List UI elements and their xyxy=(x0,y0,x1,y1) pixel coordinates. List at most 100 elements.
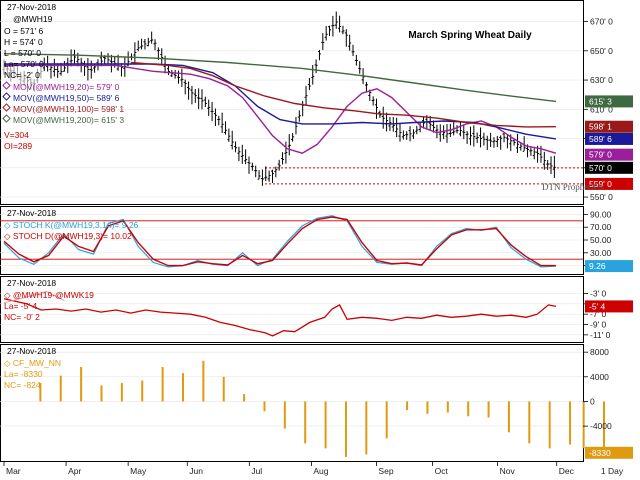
ma-legend-label: MOV(@MWH19,20)= 579' 0 xyxy=(13,82,120,92)
price-tag-3-label: 579' 0 xyxy=(589,150,612,160)
spread-legend-label: NC= -0' 2 xyxy=(4,312,40,322)
ma-legend-label: MOV(@MWH19,50)= 589' 6 xyxy=(13,93,120,103)
price-tag-1-label: 598' 1 xyxy=(589,122,612,132)
y-tick-label-stoch: 30.00 xyxy=(590,248,612,258)
cot-bar xyxy=(569,401,572,445)
price-date-header: 27-Nov-2018 xyxy=(7,2,56,12)
y-tick-label-cot: -4000 xyxy=(590,421,612,431)
spread-tag-label: -5' 4 xyxy=(589,301,606,311)
y-tick-label-cot: 0 xyxy=(590,396,595,406)
volume-label: OI=289 xyxy=(4,141,32,151)
stoch-date-header: 27-Nov-2018 xyxy=(7,208,56,218)
spread-legend-label: ◇ @MWH19-@MWK19 xyxy=(4,290,94,300)
ma-legend-marker xyxy=(2,81,11,90)
y-tick-label-spread: -9' 0 xyxy=(590,320,607,330)
ohlc-label: NC= -2' 0 xyxy=(4,70,40,80)
cot-bar xyxy=(100,385,103,402)
price-tag-4-label: 570' 0 xyxy=(589,163,612,173)
cot-bar xyxy=(324,401,327,449)
cot-bar xyxy=(80,366,83,402)
x-tick-label: Dec xyxy=(559,466,575,476)
cot-bar xyxy=(202,360,205,402)
x-tick-label: Apr xyxy=(68,466,81,476)
cot-bar xyxy=(406,401,409,411)
cot-panel-frame xyxy=(0,344,584,462)
ohlc-label: La= 570' 0 xyxy=(4,59,44,69)
stoch-legend-label: ◇ STOCH K(@MWH19,3,14)= 9.26 xyxy=(4,220,139,230)
ma-legend-marker xyxy=(2,103,11,112)
price-tag-0-label: 615' 3 xyxy=(589,96,612,106)
y-tick-label-stoch: 90.00 xyxy=(590,209,612,219)
y-tick-label-stoch: 70.00 xyxy=(590,222,612,232)
ohlc-label: L = 570' 0 xyxy=(4,48,41,58)
cot-bar xyxy=(59,375,62,402)
cot-bar xyxy=(582,401,585,449)
cot-bar xyxy=(283,401,286,429)
stoch-tag-label: 9.26 xyxy=(589,261,606,271)
price-tag-2-label: 589' 6 xyxy=(589,134,612,144)
y-tick-label-spread: -11' 0 xyxy=(590,330,611,340)
y-tick-label-price: 670' 0 xyxy=(590,17,613,27)
x-interval-label: 1 Day xyxy=(601,466,624,476)
cot-bar xyxy=(304,401,307,444)
y-tick-label-spread: -3' 0 xyxy=(590,289,607,299)
y-tick-label-price: 550' 0 xyxy=(590,192,613,202)
cot-bar xyxy=(365,401,368,455)
cot-bar xyxy=(467,401,470,417)
y-tick-label-cot: 4000 xyxy=(590,372,609,382)
y-tick-label-stoch: 50.00 xyxy=(590,235,612,245)
cot-date-header: 27-Nov-2018 xyxy=(7,346,56,356)
x-tick-label: Mar xyxy=(6,466,21,476)
ma-legend-marker xyxy=(2,92,11,101)
cot-bar xyxy=(222,376,225,402)
x-tick-label: Sep xyxy=(378,466,393,476)
cot-bar xyxy=(344,401,347,457)
spread-line xyxy=(3,298,557,337)
x-tick-label: Jul xyxy=(251,466,262,476)
spread-legend-label: La= -5' 4 xyxy=(4,301,37,311)
cot-legend-label: ◇ CF_MW_NN xyxy=(4,358,61,368)
x-tick-label: May xyxy=(130,466,147,476)
cot-bar xyxy=(528,401,531,444)
cot-bar xyxy=(161,366,164,402)
y-tick-label-price: 630' 0 xyxy=(590,75,613,85)
ohlc-label: H = 574' 0 xyxy=(4,37,43,47)
spread-date-header: 27-Nov-2018 xyxy=(7,278,56,288)
stoch-legend-label: ◇ STOCH D(@MWH19,3)= 10.02 xyxy=(4,231,132,241)
volume-label: V=304 xyxy=(4,130,29,140)
cot-bar xyxy=(141,380,144,402)
cot-bar xyxy=(426,401,429,414)
cot-bar xyxy=(120,382,123,402)
cot-bar xyxy=(181,373,184,402)
cot-legend-label: La= -8330 xyxy=(4,369,43,379)
price-watermark: DTN ProphetX® xyxy=(542,182,604,192)
cot-bar xyxy=(385,401,388,439)
axes-layer: 670' 0650' 0630' 0610' 0590' 0570' 0550'… xyxy=(583,17,633,459)
cot-bar xyxy=(446,401,449,413)
ohlc-label: O = 571' 6 xyxy=(4,26,43,36)
cot-bar xyxy=(263,401,266,412)
cot-bar xyxy=(507,401,510,433)
cot-legend: ◇ CF_MW_NNLa= -8330NC= -824 xyxy=(4,358,61,390)
price-symbol: @MWH19 xyxy=(13,14,53,24)
cot-bar xyxy=(487,401,490,418)
ma-legend-marker xyxy=(2,114,11,123)
price-title: March Spring Wheat Daily xyxy=(408,30,532,41)
x-tick-label: Oct xyxy=(435,466,449,476)
ma-legend-label: MOV(@MWH19,100)= 598' 1 xyxy=(13,104,124,114)
ma-line-2 xyxy=(130,61,556,128)
y-tick-label-price: 650' 0 xyxy=(590,46,613,56)
spread-legend: ◇ @MWH19-@MWK19La= -5' 4NC= -0' 2 xyxy=(4,290,94,322)
price-legend: O = 571' 6H = 574' 0L = 570' 0La= 570' 0… xyxy=(2,26,124,151)
cot-tag-label: -8330 xyxy=(589,448,611,458)
ma-legend-label: MOV(@MWH19,200)= 615' 3 xyxy=(13,115,124,125)
cot-bar xyxy=(548,401,551,449)
chart-canvas: 670' 0650' 0630' 0610' 0590' 0570' 0550'… xyxy=(0,0,633,476)
x-axis: Mar Apr May Jun Jul Aug Sep Oct Nov Dec xyxy=(3,461,575,476)
cot-bar xyxy=(243,394,246,402)
x-tick-label: Nov xyxy=(500,466,516,476)
y-tick-label-cot: 8000 xyxy=(590,347,609,357)
x-tick-label: Jun xyxy=(189,466,203,476)
x-tick-label: Aug xyxy=(313,466,328,476)
cot-legend-label: NC= -824 xyxy=(4,380,41,390)
